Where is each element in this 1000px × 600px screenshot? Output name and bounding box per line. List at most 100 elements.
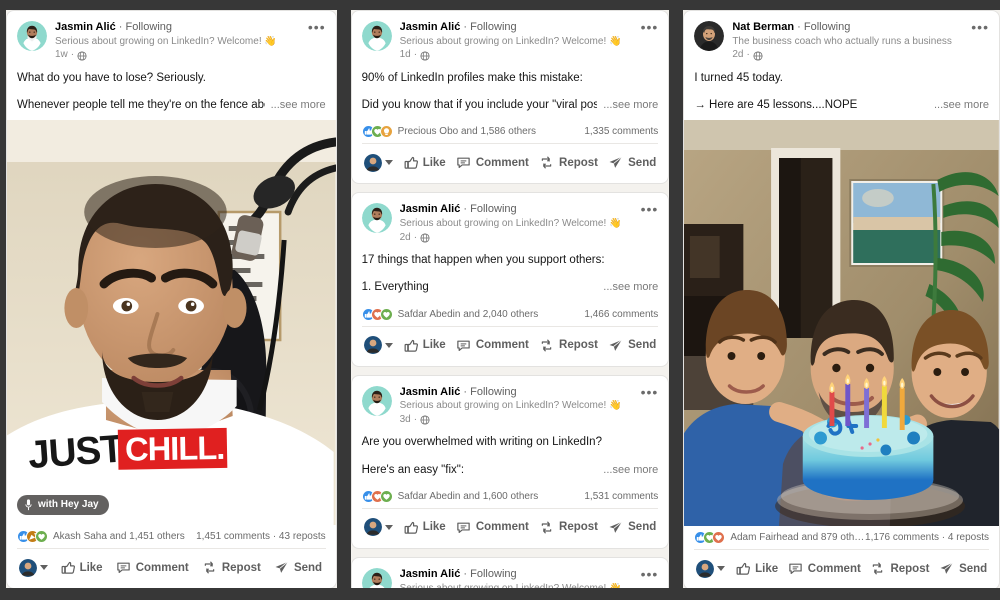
see-more-link[interactable]: ...see more (603, 97, 658, 114)
comment-repost-counts[interactable]: 1,335 comments (584, 126, 658, 137)
like-button[interactable]: Like (399, 151, 450, 174)
reaction-names[interactable]: Safdar Abedin and 1,600 others (398, 491, 539, 502)
post-options-button[interactable]: ••• (641, 385, 659, 399)
reaction-names[interactable]: Safdar Abedin and 2,040 others (398, 309, 539, 320)
comment-repost-counts[interactable]: 1,176 comments · 4 reposts (865, 532, 989, 543)
see-more-link[interactable]: ...see more (934, 97, 989, 114)
send-paperplane-icon (609, 521, 623, 533)
like-label: Like (422, 339, 446, 351)
reaction-picker-button[interactable] (360, 516, 397, 538)
reaction-summary[interactable]: Precious Obo and 1,586 others (361, 125, 536, 139)
post-header: Jasmin Alić · Following Serious about gr… (352, 558, 669, 588)
follow-state[interactable]: Following (126, 21, 172, 33)
send-button[interactable]: Send (268, 556, 327, 579)
repost-button[interactable]: Repost (196, 556, 266, 579)
post-text-truncated-row: Here's an easy "fix": ...see more (362, 462, 659, 479)
reaction-picker-button[interactable] (360, 152, 397, 174)
send-label: Send (293, 561, 323, 574)
post-author-name[interactable]: Jasmin Alić (400, 568, 461, 580)
like-button[interactable]: Like (731, 557, 782, 580)
like-button[interactable]: Like (54, 556, 108, 579)
post-author-name[interactable]: Jasmin Alić (55, 21, 116, 33)
post-author-name[interactable]: Nat Berman (732, 21, 794, 33)
send-button[interactable]: Send (935, 557, 991, 580)
post-media-image[interactable]: Cocktails & Dreams (684, 120, 999, 527)
reaction-names[interactable]: Akash Saha and 1,451 others (53, 531, 185, 542)
comment-button[interactable]: Comment (452, 151, 533, 174)
reaction-summary[interactable]: Safdar Abedin and 2,040 others (361, 307, 539, 321)
follow-state[interactable]: Following (470, 568, 516, 580)
post-options-button[interactable]: ••• (971, 20, 989, 34)
thumbs-up-icon (404, 157, 418, 169)
reaction-summary[interactable]: Safdar Abedin and 1,600 others (361, 489, 539, 503)
avatar[interactable] (17, 21, 47, 51)
repost-button[interactable]: Repost (535, 151, 602, 174)
send-button[interactable]: Send (604, 151, 660, 174)
follow-state[interactable]: Following (470, 386, 516, 398)
comment-button[interactable]: Comment (452, 516, 533, 539)
reaction-picker-button[interactable] (360, 334, 397, 356)
post-header: Jasmin Alić · Following Serious about gr… (352, 376, 669, 429)
post-author-name[interactable]: Jasmin Alić (400, 386, 461, 398)
reaction-picker-button[interactable] (15, 557, 52, 579)
post-options-button[interactable]: ••• (308, 20, 326, 34)
reaction-summary[interactable]: Adam Fairhead and 879 others (694, 531, 865, 545)
reaction-names[interactable]: Adam Fairhead and 879 others (730, 532, 865, 543)
see-more-link[interactable]: ...see more (271, 97, 326, 114)
post-body: I turned 45 today. → Here are 45 lessons… (684, 64, 999, 121)
repost-button[interactable]: Repost (867, 557, 934, 580)
repost-button[interactable]: Repost (535, 334, 602, 357)
post-timestamp: 2d (732, 49, 744, 61)
post-author-row: Jasmin Alić · Following (400, 21, 659, 35)
send-button[interactable]: Send (604, 516, 660, 539)
post-text-line: 17 things that happen when you support o… (361, 254, 605, 266)
repost-button[interactable]: Repost (535, 516, 602, 539)
post-text-truncated-row: → Here are 45 lessons....NOPE ...see mor… (694, 97, 989, 114)
avatar[interactable] (361, 567, 392, 588)
comment-button[interactable]: Comment (110, 556, 194, 579)
post-options-button[interactable]: ••• (641, 202, 659, 216)
post-social-counts: Akash Saha and 1,451 others 1,451 commen… (7, 525, 336, 548)
post-social-counts: Safdar Abedin and 1,600 others 1,531 com… (352, 485, 669, 508)
post-author-name[interactable]: Jasmin Alić (400, 21, 461, 33)
see-more-link[interactable]: ...see more (603, 462, 658, 479)
like-button[interactable]: Like (399, 334, 450, 357)
see-more-link[interactable]: ...see more (603, 279, 658, 296)
audio-attribution-badge[interactable]: with Hey Jay (17, 495, 109, 516)
meta-separator: · (413, 231, 418, 243)
follow-state[interactable]: Following (470, 203, 516, 215)
post-options-button[interactable]: ••• (641, 20, 659, 34)
current-user-avatar (363, 153, 382, 172)
reaction-support-icon (35, 530, 48, 544)
comment-button[interactable]: Comment (452, 334, 533, 357)
reaction-names[interactable]: Precious Obo and 1,586 others (398, 126, 536, 137)
reaction-summary[interactable]: Akash Saha and 1,451 others (17, 530, 185, 544)
avatar[interactable] (694, 21, 725, 51)
post-media-image[interactable]: JUST CHILL. with Hey Jay (7, 120, 336, 526)
send-button[interactable]: Send (604, 334, 660, 357)
linkedin-feed-screen: Jasmin Alić · Following Serious about gr… (0, 0, 1000, 600)
like-button[interactable]: Like (399, 516, 450, 539)
post-author-name[interactable]: Jasmin Alić (400, 203, 461, 215)
public-globe-icon (77, 50, 87, 61)
comment-repost-counts[interactable]: 1,451 comments · 43 reposts (196, 531, 326, 542)
post-social-counts: Precious Obo and 1,586 others 1,335 comm… (352, 120, 669, 143)
like-label: Like (422, 156, 446, 169)
repost-arrows-icon (873, 562, 883, 575)
avatar[interactable] (361, 385, 392, 416)
like-label: Like (755, 562, 779, 575)
comment-repost-counts[interactable]: 1,531 comments (584, 491, 658, 502)
avatar[interactable] (361, 21, 392, 51)
post-timestamp: 3d (399, 413, 411, 425)
follow-state[interactable]: Following (804, 21, 850, 33)
repost-label: Repost (559, 156, 598, 169)
post-options-button[interactable]: ••• (641, 567, 659, 581)
comment-repost-counts[interactable]: 1,466 comments (584, 309, 658, 320)
comment-label: Comment (475, 521, 529, 534)
avatar[interactable] (361, 203, 392, 234)
follow-state[interactable]: Following (470, 21, 516, 33)
comment-button[interactable]: Comment (784, 557, 865, 580)
post-action-bar: Like Comment Repost Send (684, 550, 999, 588)
reaction-picker-button[interactable] (692, 558, 729, 580)
public-globe-icon (420, 415, 430, 425)
